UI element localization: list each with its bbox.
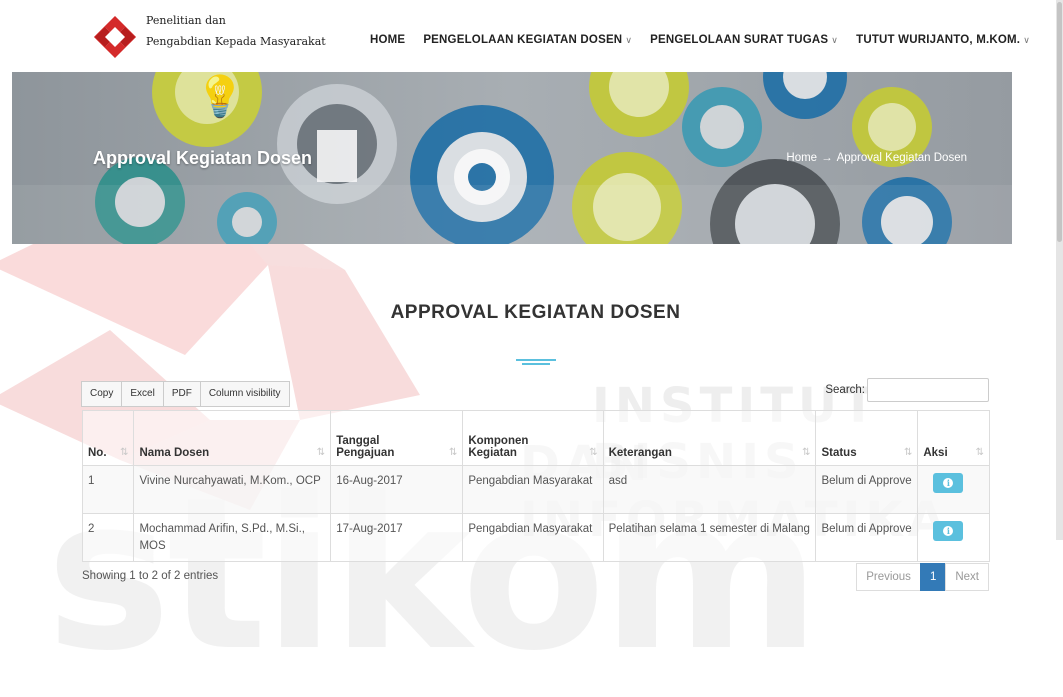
table-row: 2 Mochammad Arifin, S.Pd., M.Si., MOS 17… — [81, 512, 990, 563]
top-navbar: Penelitian dan Pengabdian Kepada Masyara… — [0, 0, 1063, 72]
breadcrumb-home-link[interactable]: Home — [786, 152, 817, 164]
arrow-right-icon: → — [821, 152, 833, 164]
sort-icon: ⇅ — [903, 447, 913, 458]
scrollbar-thumb[interactable] — [1057, 2, 1062, 242]
chevron-down-icon: ∨ — [831, 35, 839, 45]
cell-nama-dosen: Vivine Nurcahyawati, M.Kom., OCP — [133, 465, 332, 514]
export-buttons: Copy Excel PDF Column visibility — [81, 381, 290, 407]
search-input[interactable] — [867, 378, 989, 402]
cell-status: Belum di Approve — [815, 465, 919, 514]
info-icon: i — [943, 477, 954, 488]
chevron-down-icon: ∨ — [625, 35, 633, 45]
nav-home[interactable]: HOME — [370, 34, 405, 46]
sort-icon: ⇅ — [589, 447, 598, 458]
cell-komponen: Pengabdian Masyarakat — [462, 512, 604, 563]
approval-table: No. ⇅ Nama Dosen ⇅ Tanggal Pengajuan ⇅ Komp… — [81, 410, 990, 563]
column-header-keterangan[interactable]: Keterangan ⇅ — [602, 410, 817, 466]
cell-aksi: i — [917, 512, 990, 563]
column-header-status[interactable]: Status ⇅ — [815, 410, 919, 466]
section-title: APPROVAL KEGIATAN DOSEN — [390, 302, 681, 323]
cell-komponen: Pengabdian Masyarakat — [462, 465, 604, 514]
detail-button[interactable]: i — [933, 473, 964, 493]
svg-text:💡: 💡 — [195, 73, 245, 120]
table-info: Showing 1 to 2 of 2 entries — [82, 570, 219, 582]
sort-icon: ⇅ — [975, 447, 984, 458]
column-header-no[interactable]: No. ⇅ — [81, 410, 135, 466]
column-visibility-button[interactable]: Column visibility — [199, 381, 290, 407]
breadcrumb-current: Approval Kegiatan Dosen — [836, 152, 967, 164]
cell-no: 2 — [81, 512, 135, 563]
sort-icon: ⇅ — [802, 447, 811, 458]
copy-button[interactable]: Copy — [81, 381, 123, 407]
title-divider — [516, 357, 556, 367]
sort-icon: ⇅ — [316, 447, 326, 458]
column-header-komponen-kegiatan[interactable]: Komponen Kegiatan ⇅ — [462, 410, 604, 466]
column-header-nama-dosen[interactable]: Nama Dosen ⇅ — [133, 410, 332, 466]
cell-status: Belum di Approve — [815, 512, 919, 563]
main-nav: HOME PENGELOLAAN KEGIATAN DOSEN ∨ PENGELO… — [370, 34, 1048, 46]
search-box: Search: — [825, 378, 989, 402]
cell-keterangan: asd — [602, 465, 817, 514]
cell-tanggal: 16-Aug-2017 — [330, 465, 464, 514]
cell-keterangan: Pelatihan selama 1 semester di Malang — [602, 512, 817, 563]
breadcrumb: Home → Approval Kegiatan Dosen — [786, 152, 967, 164]
nav-pengelolaan-kegiatan-dosen[interactable]: PENGELOLAAN KEGIATAN DOSEN ∨ — [423, 34, 632, 46]
brand[interactable]: Penelitian dan Pengabdian Kepada Masyara… — [92, 14, 326, 60]
previous-page-button[interactable]: Previous — [856, 563, 921, 591]
table-row: 1 Vivine Nurcahyawati, M.Kom., OCP 16-Au… — [81, 465, 990, 514]
banner-title: Approval Kegiatan Dosen — [93, 148, 313, 168]
sort-ascending-icon: ⇅ — [120, 447, 129, 458]
page-banner: 💡 Approval Kegiatan Dosen Home → Approva… — [12, 72, 1012, 244]
brand-line-2: Pengabdian Kepada Masyarakat — [146, 34, 326, 48]
cell-tanggal: 17-Aug-2017 — [330, 512, 464, 563]
main-content: APPROVAL KEGIATAN DOSEN Copy Excel PDF C… — [0, 244, 1063, 599]
chevron-down-icon: ∨ — [1023, 35, 1030, 45]
pagination: Previous 1 Next — [856, 563, 989, 591]
column-header-aksi[interactable]: Aksi ⇅ — [917, 410, 990, 466]
excel-button[interactable]: Excel — [121, 381, 164, 407]
page-1-button[interactable]: 1 — [919, 563, 947, 591]
search-label: Search: — [825, 384, 865, 396]
info-icon: i — [943, 525, 954, 536]
next-page-button[interactable]: Next — [945, 563, 989, 591]
cell-no: 1 — [81, 465, 135, 514]
stikom-logo-icon — [93, 15, 137, 59]
detail-button[interactable]: i — [933, 521, 964, 541]
brand-line-1: Penelitian dan — [146, 14, 226, 27]
pdf-button[interactable]: PDF — [162, 381, 201, 407]
column-header-tanggal-pengajuan[interactable]: Tanggal Pengajuan ⇅ — [330, 410, 464, 466]
cell-nama-dosen: Mochammad Arifin, S.Pd., M.Si., MOS — [133, 512, 332, 563]
sort-icon: ⇅ — [448, 447, 458, 458]
nav-pengelolaan-surat-tugas[interactable]: PENGELOLAAN SURAT TUGAS ∨ — [650, 34, 838, 46]
cell-aksi: i — [917, 465, 990, 514]
nav-user-menu[interactable]: TUTUT WURIJANTO, M.KOM. ∨ — [856, 34, 1030, 46]
